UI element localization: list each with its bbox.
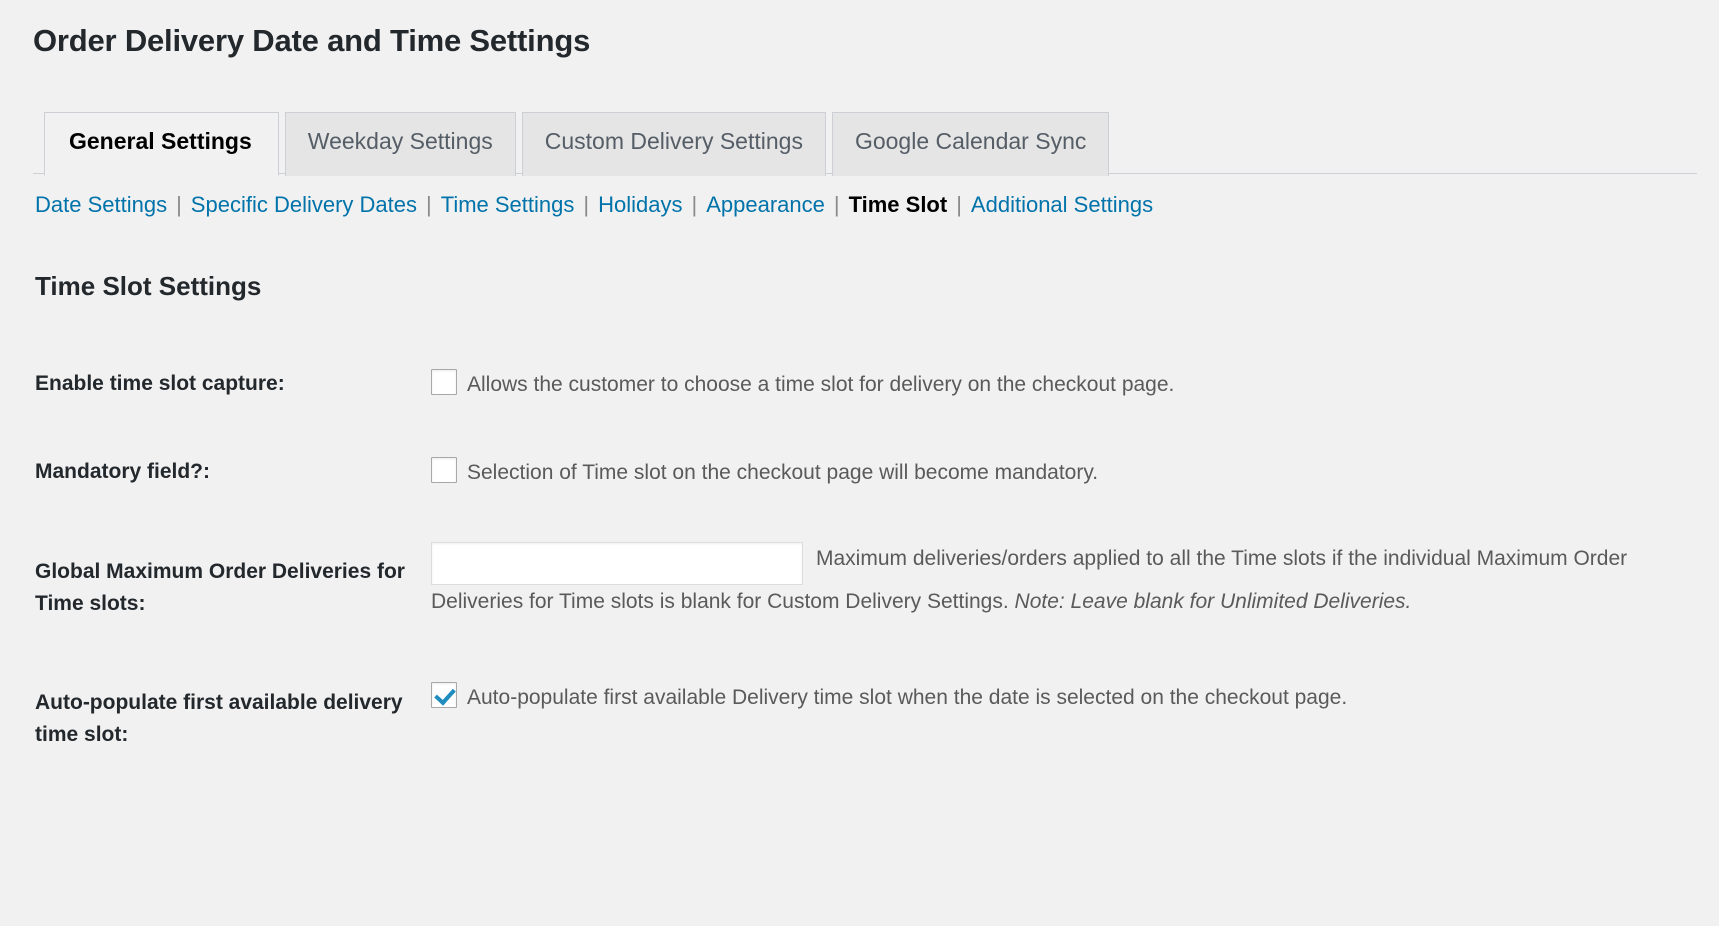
field-enable-time-slot: Allows the customer to choose a time slo… [431,340,1697,428]
tab-weekday-settings[interactable]: Weekday Settings [284,112,516,177]
label-auto-populate: Auto-populate first available delivery t… [35,690,403,747]
description-enable-time-slot: Allows the customer to choose a time slo… [467,372,1175,396]
subnav-item-appearance[interactable]: Appearance [706,192,825,217]
setting-row-global-max-deliveries: Global Maximum Order Deliveries for Time… [33,516,1697,651]
settings-form-table: Enable time slot capture: Allows the cus… [33,340,1697,782]
subnav-separator: | [691,192,698,218]
subnav-separator: | [956,192,962,218]
settings-page: Order Delivery Date and Time Settings Ge… [0,0,1719,926]
subnav-item-time-settings[interactable]: Time Settings [441,192,575,217]
description-mandatory-field: Selection of Time slot on the checkout p… [467,460,1099,484]
subnav-separator: | [833,192,840,218]
checkbox-enable-time-slot[interactable] [431,368,457,395]
tab-google-calendar-sync[interactable]: Google Calendar Sync [831,112,1110,177]
checkbox-mandatory-field[interactable] [431,456,457,483]
tab-general-settings[interactable]: General Settings [44,112,279,177]
field-auto-populate: Auto-populate first available Delivery t… [431,651,1697,782]
subnav-item-holidays[interactable]: Holidays [598,192,682,217]
page-title: Order Delivery Date and Time Settings [33,23,591,58]
tab-custom-delivery-settings[interactable]: Custom Delivery Settings [521,112,826,177]
description-auto-populate: Auto-populate first available Delivery t… [467,685,1348,709]
note-global-max-deliveries: Note: Leave blank for Unlimited Deliveri… [1014,589,1412,613]
field-mandatory-field: Selection of Time slot on the checkout p… [431,428,1697,516]
subnav-item-time-slot[interactable]: Time Slot [849,192,948,217]
main-tab-bar: General Settings Weekday Settings Custom D… [33,111,1697,177]
setting-row-enable-time-slot: Enable time slot capture: Allows the cus… [33,340,1697,428]
subnav-item-date-settings[interactable]: Date Settings [35,192,167,217]
subnav-separator: | [583,192,590,218]
subnav-item-additional-settings[interactable]: Additional Settings [971,192,1153,217]
label-enable-time-slot: Enable time slot capture: [35,371,285,395]
label-global-max-deliveries: Global Maximum Order Deliveries for Time… [35,559,405,616]
global-max-deliveries-input[interactable] [431,541,803,585]
label-mandatory-field: Mandatory field?: [35,459,211,483]
setting-row-mandatory-field: Mandatory field?: Selection of Time slot… [33,428,1697,516]
setting-row-auto-populate: Auto-populate first available delivery t… [33,651,1697,782]
subnav-separator: | [425,192,432,218]
section-heading: Time Slot Settings [35,270,262,301]
field-global-max-deliveries: Maximum deliveries/orders applied to all… [431,516,1697,651]
subnav-item-specific-delivery-dates[interactable]: Specific Delivery Dates [191,192,417,217]
subnav-separator: | [176,192,182,218]
checkbox-auto-populate[interactable] [431,681,457,708]
subnav: Date Settings | Specific Delivery Dates | Ti… [33,174,1697,220]
